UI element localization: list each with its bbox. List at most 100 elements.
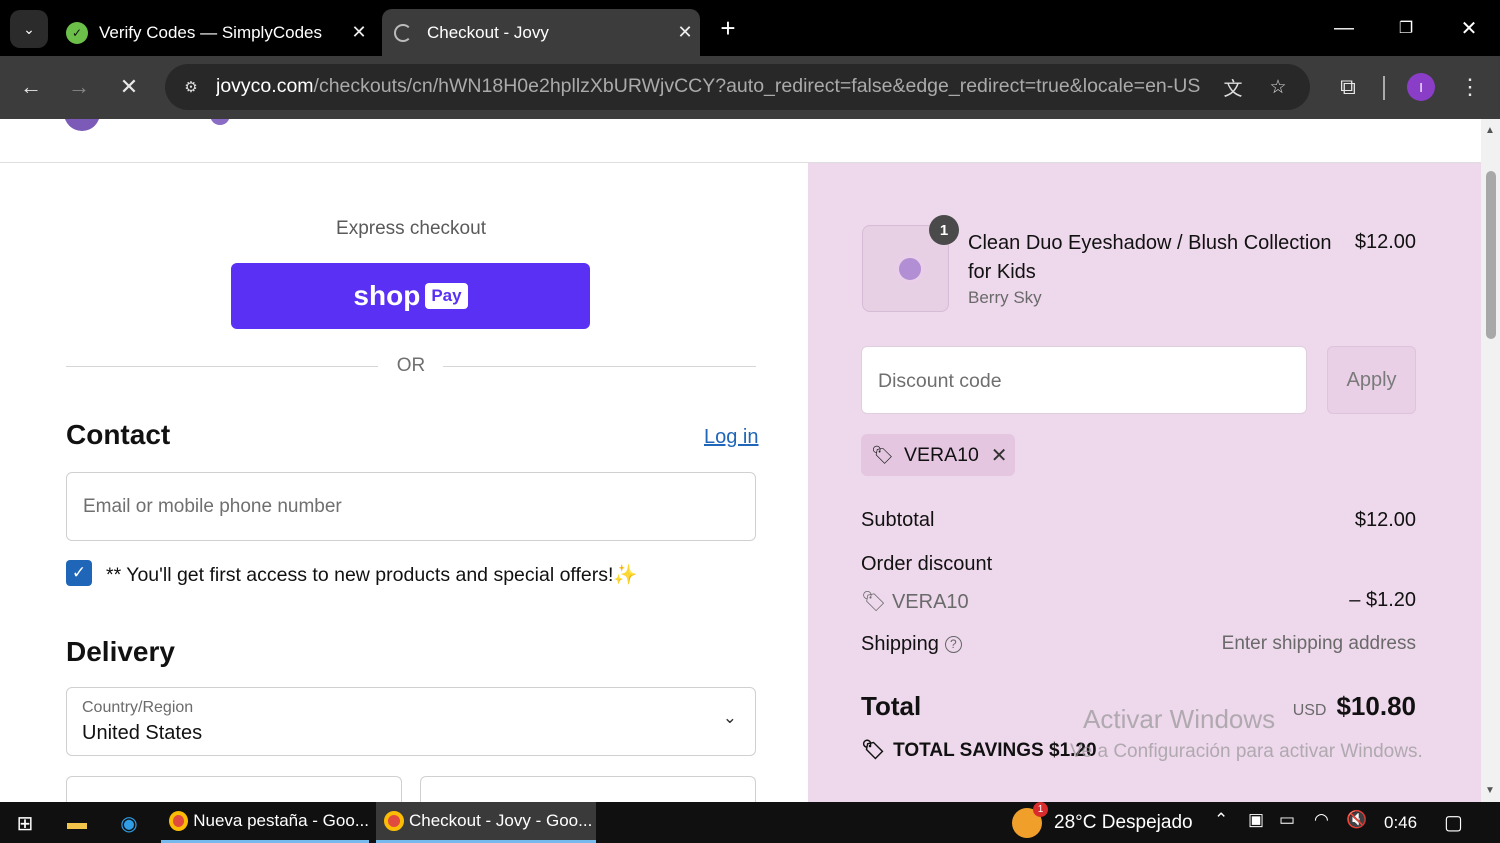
shipping-value: Enter shipping address [1221,633,1416,654]
discount-placeholder: Discount code [878,370,1002,392]
new-tab-button[interactable]: + [712,12,744,44]
stop-icon: ✕ [119,74,139,99]
shop-pay-button[interactable]: shop Pay [231,263,590,329]
notification-badge: 1 [1033,801,1048,817]
profile-avatar[interactable]: I [1407,73,1435,101]
close-tab-icon[interactable]: ✕ [670,22,700,43]
total-value: $10.80 [1336,691,1416,721]
weather-icon: 1 [1012,801,1048,838]
battery-icon[interactable]: ▭ [1279,810,1295,830]
country-select[interactable]: Country/Region United States ⌄ [66,687,756,756]
quantity-badge: 1 [929,215,959,245]
first-name-field[interactable] [66,776,402,802]
applied-code: VERA10 [904,443,979,466]
express-checkout-label: Express checkout [336,218,486,239]
restore-button[interactable]: ❐ [1386,10,1426,46]
checkout-page: Express checkout shop Pay OR Contact Log… [0,119,1481,802]
forward-button[interactable]: → [62,70,96,104]
discount-code-row: 🏷 VERA10 – $1.20 [861,589,1416,614]
minimize-button[interactable]: — [1324,10,1364,46]
menu-dots-icon[interactable]: ⋮ [1453,70,1487,104]
checkout-form: Express checkout shop Pay OR Contact Log… [0,163,808,802]
tab-simplycodes[interactable]: ✓ Verify Codes — SimplyCodes ✕ [56,9,374,56]
discount-value: – $1.20 [1349,589,1416,611]
store-logo-mark [210,119,230,125]
back-arrow-icon: ← [20,74,42,99]
windows-activation-hint: Ve a Configuración para activar Windows. [1070,741,1423,762]
savings-label: TOTAL SAVINGS [893,740,1044,761]
toolbar-divider [1383,76,1385,100]
chevron-down-icon: ⌄ [722,708,737,727]
total-savings: 🏷 TOTAL SAVINGS $1.20 [861,738,1097,762]
clock-time[interactable]: 0:46 [1384,813,1417,833]
shipping-label: Shipping [861,633,939,655]
back-button[interactable]: ← [14,70,48,104]
last-name-field[interactable] [420,776,756,802]
restore-icon: ❐ [1398,20,1414,37]
taskbar-app-checkout[interactable]: Checkout - Jovy - Goo... [376,802,596,843]
marketing-checkbox[interactable]: ✓ [66,560,92,586]
file-explorer-icon[interactable]: ▬ [62,808,92,838]
scroll-thumb[interactable] [1486,171,1496,339]
translate-icon[interactable]: 文 [1218,72,1248,102]
tab-title: Verify Codes — SimplyCodes [99,22,322,42]
forward-arrow-icon: → [68,74,90,99]
country-value: United States [82,722,203,744]
url-text[interactable]: jovyco.com/checkouts/cn/hWN18H0e2hpllzXb… [216,75,1201,98]
extensions-icon[interactable]: ⧉ [1331,70,1365,104]
scroll-up-arrow-icon[interactable]: ▲ [1485,125,1495,136]
browser-toolbar: ← → ✕ ⚙ jovyco.com/checkouts/cn/hWN18H0e… [0,56,1500,119]
shop-pay-wordmark: shop [353,280,421,311]
address-bar[interactable]: ⚙ jovyco.com/checkouts/cn/hWN18H0e2hpllz… [165,64,1310,110]
log-in-link[interactable]: Log in [704,426,759,449]
total-label: Total [861,691,922,721]
tab-search-button[interactable]: ⌄ [10,10,48,48]
stop-loading-button[interactable]: ✕ [112,70,146,104]
close-tab-icon[interactable]: ✕ [344,22,374,43]
edge-icon[interactable]: ◉ [114,808,144,838]
tab-checkout[interactable]: Checkout - Jovy ✕ [382,9,700,56]
product-image [895,254,925,284]
volume-muted-icon[interactable]: 🔇 [1346,810,1367,830]
wifi-icon[interactable]: ◠ [1314,810,1329,830]
product-price: $12.00 [1354,231,1416,253]
tag-icon: 🏷 [861,740,886,761]
page-scrollbar[interactable]: ▲ ▼ [1481,119,1500,802]
close-icon: ✕ [1460,17,1478,40]
loading-icon [394,23,412,42]
store-logo[interactable] [64,119,100,131]
contact-heading: Contact [66,419,171,450]
product-variant: Berry Sky [968,288,1042,307]
applied-discount-chip: 🏷 VERA10 ✕ [861,434,1015,476]
discount-code-field[interactable]: Discount code [861,346,1307,414]
site-info-icon[interactable]: ⚙ [175,71,207,103]
total-amount: USD $10.80 [1293,691,1416,722]
taskbar-app-new-tab[interactable]: Nueva pestaña - Goo... [161,802,369,843]
product-name: Clean Duo Eyeshadow / Blush Collection f… [968,232,1332,283]
minimize-icon: — [1334,16,1354,39]
subtotal-row: Subtotal $12.00 [861,509,1416,532]
shipping-row: Shipping? Enter shipping address [861,633,1416,656]
chevron-up-icon[interactable]: ⌃ [1214,810,1228,830]
apply-button[interactable]: Apply [1327,346,1416,414]
chrome-icon [169,811,189,831]
close-window-button[interactable]: ✕ [1449,10,1489,46]
taskbar-app-label: Checkout - Jovy - Goo... [409,811,593,830]
windows-start-icon[interactable]: ⊞ [10,808,40,838]
meet-now-icon[interactable]: ▣ [1248,810,1264,830]
scroll-down-arrow-icon[interactable]: ▼ [1485,785,1495,796]
divider-right [443,366,756,367]
store-header [0,119,1481,163]
star-icon[interactable]: ☆ [1263,72,1293,102]
windows-activation-watermark: Activar Windows [1083,704,1276,734]
weather-widget[interactable]: 1 28°C Despejado [1012,801,1193,843]
tab-title: Checkout - Jovy [427,22,549,42]
help-icon[interactable]: ? [944,636,962,653]
weather-text: 28°C Despejado [1054,811,1193,833]
taskbar-app-label: Nueva pestaña - Goo... [193,811,369,830]
tag-icon: 🏷 [871,444,894,465]
email-field[interactable]: Email or mobile phone number [66,472,756,541]
remove-discount-icon[interactable]: ✕ [991,443,1008,468]
notifications-icon[interactable]: ▢ [1444,810,1463,835]
check-icon: ✓ [71,563,87,582]
